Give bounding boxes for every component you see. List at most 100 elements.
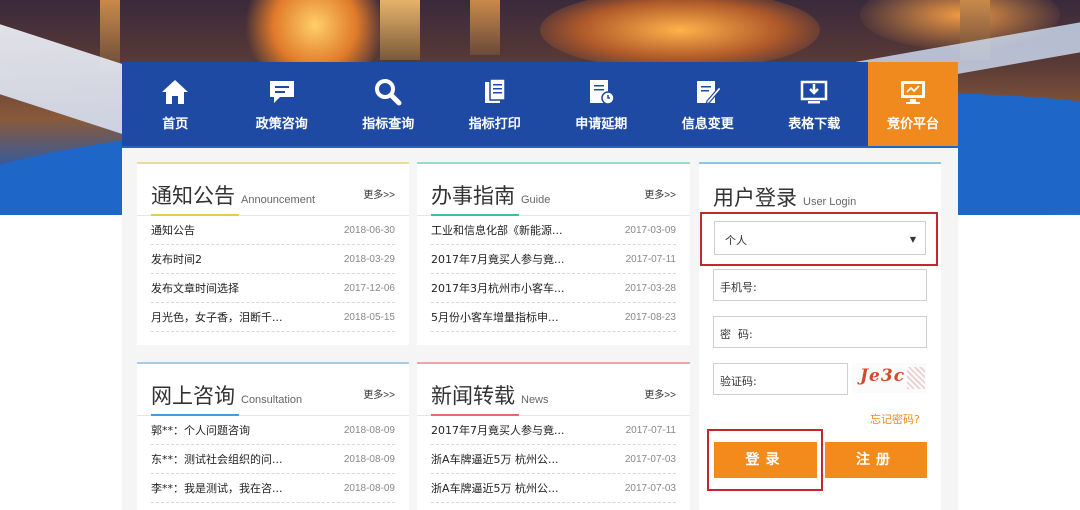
- more-link[interactable]: 更多>>: [644, 386, 676, 401]
- item-date: 2017-03-28: [624, 282, 676, 294]
- more-link[interactable]: 更多>>: [363, 386, 395, 401]
- item-title[interactable]: 2017年3月杭州市小客车...: [431, 280, 564, 296]
- panel-subtitle: Announcement: [241, 194, 315, 206]
- panel-title: 通知公告 Announcement: [151, 180, 315, 210]
- chat-icon: [269, 80, 294, 103]
- title-underline: [151, 214, 239, 216]
- nav-quota-query[interactable]: 指标查询: [335, 62, 442, 146]
- nav-quota-print[interactable]: 指标打印: [442, 62, 549, 146]
- item-title[interactable]: 发布时间2: [151, 251, 202, 267]
- item-title[interactable]: 浙A车牌逼近5万 杭州公...: [431, 480, 559, 496]
- nav-label: 指标查询: [362, 116, 415, 132]
- item-title[interactable]: 月光色，女子香，泪断千...: [151, 309, 283, 325]
- more-link[interactable]: 更多>>: [644, 186, 676, 201]
- item-title[interactable]: 5月份小客车增量指标申...: [431, 309, 559, 325]
- title-underline: [151, 414, 239, 416]
- calendar-clock-icon: [590, 79, 615, 105]
- item-date: 2017-07-11: [625, 424, 676, 436]
- nav-form-download[interactable]: 表格下载: [761, 62, 868, 146]
- item-date: 2018-08-09: [343, 424, 395, 436]
- item-title[interactable]: 东**：测试社会组织的问...: [151, 451, 283, 467]
- banner-building: [380, 0, 420, 60]
- consultation-panel: 网上咨询 Consultation 更多>> 郭**：个人问题咨询 2018-08-…: [137, 362, 409, 510]
- panel-subtitle: Guide: [521, 194, 551, 206]
- nav-label: 表格下载: [788, 116, 841, 132]
- item-date: 2017-12-06: [343, 282, 395, 294]
- item-title[interactable]: 发布文章时间选择: [151, 280, 239, 296]
- phone-field[interactable]: 手机号:: [713, 269, 927, 301]
- title-underline: [431, 414, 519, 416]
- title-underline: [431, 214, 519, 216]
- password-label: 密 码:: [720, 328, 753, 341]
- item-date: 2017-08-23: [624, 311, 676, 323]
- list-item[interactable]: 2017年7月竟买人参与竟... 2017-07-11: [431, 416, 676, 445]
- item-date: 2017-07-11: [625, 253, 676, 265]
- list-item[interactable]: 浙A车牌逼近5万 杭州公... 2017-07-03: [431, 445, 676, 474]
- panel-title-text: 通知公告: [151, 184, 235, 208]
- more-link[interactable]: 更多>>: [363, 186, 395, 201]
- item-title[interactable]: 浙A车牌逼近5万 杭州公...: [431, 451, 559, 467]
- list-item[interactable]: 李**：我是测试，我在咨... 2018-08-09: [151, 474, 395, 503]
- phone-label: 手机号:: [720, 281, 757, 294]
- captcha-noise: [907, 367, 925, 389]
- item-date: 2017-07-03: [624, 453, 676, 465]
- nav-home[interactable]: 首页: [122, 62, 229, 146]
- main-nav: 首页 政策咨询 指标查询 指标打印 申请延期 信息变更 表格下载 竞价平台: [122, 62, 958, 146]
- list-item[interactable]: 月光色，女子香，泪断千... 2018-05-15: [151, 303, 395, 332]
- nav-bidding-platform[interactable]: 竞价平台: [868, 62, 958, 146]
- list-item[interactable]: 2017年7月竟买人参与竟... 2017-07-11: [431, 245, 676, 274]
- guide-panel: 办事指南 Guide 更多>> 工业和信息化部《新能源... 2017-03-09 …: [417, 162, 690, 345]
- item-date: 2018-05-15: [343, 311, 395, 323]
- nav-apply-extension[interactable]: 申请延期: [548, 62, 655, 146]
- nav-policy-consult[interactable]: 政策咨询: [229, 62, 336, 146]
- panel-title: 网上咨询 Consultation: [151, 380, 302, 410]
- nav-label: 指标打印: [468, 116, 521, 132]
- item-title[interactable]: 工业和信息化部《新能源...: [431, 222, 563, 238]
- login-subtitle: User Login: [803, 196, 857, 208]
- panel-title-text: 网上咨询: [151, 384, 235, 408]
- item-title[interactable]: 通知公告: [151, 222, 195, 238]
- captcha-field[interactable]: 验证码:: [713, 363, 848, 395]
- item-date: 2018-06-30: [343, 224, 395, 236]
- item-title[interactable]: 2017年7月竟买人参与竟...: [431, 251, 564, 267]
- item-date: 2017-07-03: [624, 482, 676, 494]
- edit-icon: [696, 80, 722, 105]
- register-button[interactable]: 注册: [825, 442, 927, 478]
- search-icon: [375, 78, 402, 105]
- banner-building: [470, 0, 500, 55]
- nav-label: 申请延期: [575, 116, 628, 132]
- captcha-image[interactable]: Je3c: [852, 363, 926, 393]
- list-item[interactable]: 通知公告 2018-06-30: [151, 216, 395, 245]
- highlight-box: [700, 212, 938, 266]
- nav-label: 竞价平台: [886, 116, 939, 132]
- list-item[interactable]: 浙A车牌逼近5万 杭州公... 2017-07-03: [431, 474, 676, 503]
- list-item[interactable]: 郭**：个人问题咨询 2018-08-09: [151, 416, 395, 445]
- forgot-password-link[interactable]: 忘记密码?: [870, 411, 920, 427]
- password-field[interactable]: 密 码:: [713, 316, 927, 348]
- panel-title-text: 办事指南: [431, 184, 515, 208]
- login-title-text: 用户登录: [713, 186, 797, 210]
- list-item[interactable]: 东**：测试社会组织的问... 2018-08-09: [151, 445, 395, 474]
- item-title[interactable]: 2017年7月竟买人参与竟...: [431, 422, 564, 438]
- item-title[interactable]: 李**：我是测试，我在咨...: [151, 480, 283, 496]
- panel-subtitle: News: [521, 394, 549, 406]
- nav-info-change[interactable]: 信息变更: [655, 62, 762, 146]
- monitor-icon: [901, 80, 925, 104]
- item-title[interactable]: 郭**：个人问题咨询: [151, 422, 250, 438]
- list-item[interactable]: 5月份小客车增量指标申... 2017-08-23: [431, 303, 676, 332]
- list-item[interactable]: 发布文章时间选择 2017-12-06: [151, 274, 395, 303]
- list-item[interactable]: 2017年3月杭州市小客车... 2017-03-28: [431, 274, 676, 303]
- nav-label: 政策咨询: [255, 116, 308, 132]
- panel-title: 新闻转载 News: [431, 380, 549, 410]
- item-date: 2018-03-29: [343, 253, 395, 265]
- captcha-label: 验证码:: [720, 375, 757, 388]
- news-panel: 新闻转载 News 更多>> 2017年7月竟买人参与竟... 2017-07-11…: [417, 362, 690, 510]
- document-icon: [484, 77, 506, 103]
- announcement-panel: 通知公告 Announcement 更多>> 通知公告 2018-06-30 发布时…: [137, 162, 409, 345]
- list-item[interactable]: 发布时间2 2018-03-29: [151, 245, 395, 274]
- nav-label: 首页: [162, 116, 189, 132]
- panel-title-text: 新闻转载: [431, 384, 515, 408]
- nav-label: 信息变更: [681, 116, 734, 132]
- list-item[interactable]: 工业和信息化部《新能源... 2017-03-09: [431, 216, 676, 245]
- download-icon: [801, 80, 828, 103]
